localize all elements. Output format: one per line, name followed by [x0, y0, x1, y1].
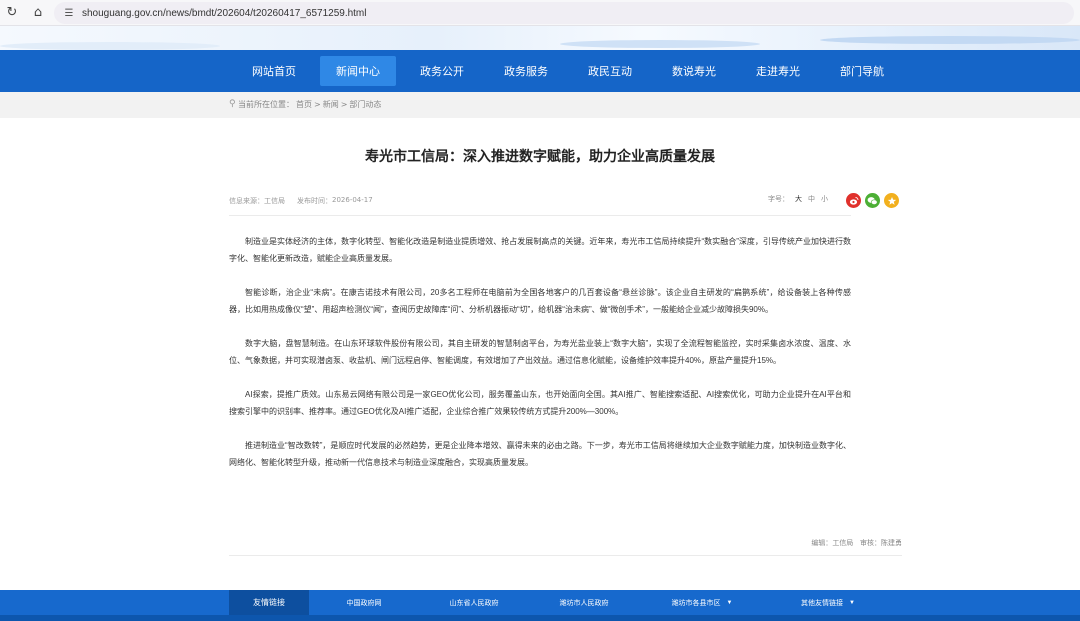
footer-bottom-strip	[0, 615, 1080, 621]
editor-value: 工信局	[832, 539, 854, 547]
footer-link-central-gov[interactable]: 中国政府网	[309, 590, 419, 615]
source-label: 信息来源：	[229, 197, 264, 205]
editor-info: 编辑：工信局 审核：陈建勇	[620, 538, 902, 548]
wechat-share-icon[interactable]	[865, 193, 880, 208]
dropdown-label: 潍坊市各县市区	[671, 599, 721, 607]
footer-link-weifang-gov[interactable]: 潍坊市人民政府	[529, 590, 639, 615]
reviewer-label: 审核：	[860, 539, 881, 547]
article-paragraph: 数字大脑，盘智慧制造。在山东环球软件股份有限公司，其自主研发的智慧制卤平台，为寿…	[229, 339, 851, 365]
breadcrumb-item-department-news[interactable]: 部门动态	[349, 99, 381, 110]
caret-down-icon: ▼	[849, 599, 855, 606]
source-value: 工信局	[264, 197, 285, 205]
nav-item-public-interaction[interactable]: 政民互动	[568, 56, 652, 86]
nav-item-departments[interactable]: 部门导航	[820, 56, 904, 86]
article-paragraph: 推进制造业“智改数转”，是顺应时代发展的必然趋势，更是企业降本增效、赢得未来的必…	[229, 441, 851, 467]
weibo-share-icon[interactable]	[846, 193, 861, 208]
banner-wave	[560, 40, 760, 48]
reload-icon[interactable]: ↻	[0, 1, 24, 25]
breadcrumb-item-news[interactable]: 新闻	[323, 99, 339, 110]
nav-item-government-affairs[interactable]: 政务公开	[400, 56, 484, 86]
date-value: 2026-04-17	[332, 196, 373, 204]
location-pin-icon: ⚲	[229, 99, 236, 109]
article-meta: 信息来源： 工信局 发布时间： 2026-04-17	[229, 196, 373, 206]
footer-dropdown-weifang-counties[interactable]: 潍坊市各县市区 ▼	[639, 590, 765, 615]
editor-label: 编辑：	[811, 539, 833, 547]
footer-link-shandong-gov[interactable]: 山东省人民政府	[419, 590, 529, 615]
banner-wave	[0, 42, 220, 50]
content-bottom-divider	[229, 555, 902, 556]
article-body: 制造业是实体经济的主体，数字化转型、智能化改造是制造业提质增效、抢占发展制高点的…	[229, 234, 851, 489]
favorite-star-icon[interactable]	[884, 193, 899, 208]
nav-item-government-services[interactable]: 政务服务	[484, 56, 568, 86]
breadcrumb-separator: >	[314, 100, 321, 109]
banner-wave	[820, 36, 1080, 44]
font-size-small[interactable]: 小	[821, 194, 828, 204]
breadcrumb-item-home[interactable]: 首页	[296, 99, 312, 110]
dropdown-label: 其他友情链接	[801, 599, 844, 607]
nav-item-data-shouguang[interactable]: 数说寿光	[652, 56, 736, 86]
browser-toolbar: ↻ ⌂ ☰ shouguang.gov.cn/news/bmdt/202604/…	[0, 0, 1080, 26]
breadcrumb-separator: >	[340, 100, 348, 109]
caret-down-icon: ▼	[726, 599, 733, 606]
nav-list: 网站首页 新闻中心 政务公开 政务服务 政民互动 数说寿光 走进寿光 部门导航	[232, 56, 904, 86]
footer-links-bar: 友情链接 中国政府网 山东省人民政府 潍坊市人民政府 潍坊市各县市区 ▼ 其他友情…	[0, 590, 1080, 621]
site-info-icon[interactable]: ☰	[62, 6, 76, 20]
font-size-tools: 字号： 大 中 小	[768, 194, 828, 204]
font-size-large[interactable]: 大	[795, 194, 802, 204]
breadcrumb-bar: ⚲ 当前所在位置： 首页 > 新闻 > 部门动态	[0, 92, 1080, 118]
nav-item-news-center[interactable]: 新闻中心	[320, 56, 396, 86]
site-banner	[0, 26, 1080, 50]
font-size-medium[interactable]: 中	[808, 194, 815, 204]
breadcrumb-prefix: 当前所在位置：	[238, 100, 294, 109]
article-title: 寿光市工信局：深入推进数字赋能，助力企业高质量发展	[365, 148, 715, 164]
friendly-links-heading: 友情链接	[229, 590, 309, 615]
article-paragraph: 制造业是实体经济的主体，数字化转型、智能化改造是制造业提质增效、抢占发展制高点的…	[229, 237, 851, 263]
nav-item-about-shouguang[interactable]: 走进寿光	[736, 56, 820, 86]
home-icon[interactable]: ⌂	[26, 1, 50, 25]
article-paragraph: 智能诊断，治企业“未病”。在康吉诺技术有限公司，20多名工程师在电脑前为全国各地…	[229, 288, 851, 314]
footer-links: 友情链接 中国政府网 山东省人民政府 潍坊市人民政府 潍坊市各县市区 ▼ 其他友情…	[229, 590, 891, 615]
url-text: shouguang.gov.cn/news/bmdt/202604/t20260…	[82, 7, 367, 19]
date-label: 发布时间：	[297, 197, 332, 205]
main-navigation: 网站首页 新闻中心 政务公开 政务服务 政民互动 数说寿光 走进寿光 部门导航	[0, 50, 1080, 92]
breadcrumb: ⚲ 当前所在位置： 首页 > 新闻 > 部门动态	[229, 99, 383, 110]
font-size-label: 字号：	[768, 195, 789, 203]
footer-dropdown-other-links[interactable]: 其他友情链接 ▼	[765, 590, 891, 615]
share-buttons	[846, 193, 899, 208]
address-bar[interactable]: ☰ shouguang.gov.cn/news/bmdt/202604/t202…	[54, 2, 1074, 24]
article-paragraph: AI探索，提推广质效。山东易云网络有限公司是一家GEO优化公司，服务覆盖山东，也…	[229, 390, 851, 416]
reviewer-value: 陈建勇	[881, 539, 902, 547]
meta-divider	[229, 215, 851, 216]
nav-item-home[interactable]: 网站首页	[232, 56, 316, 86]
